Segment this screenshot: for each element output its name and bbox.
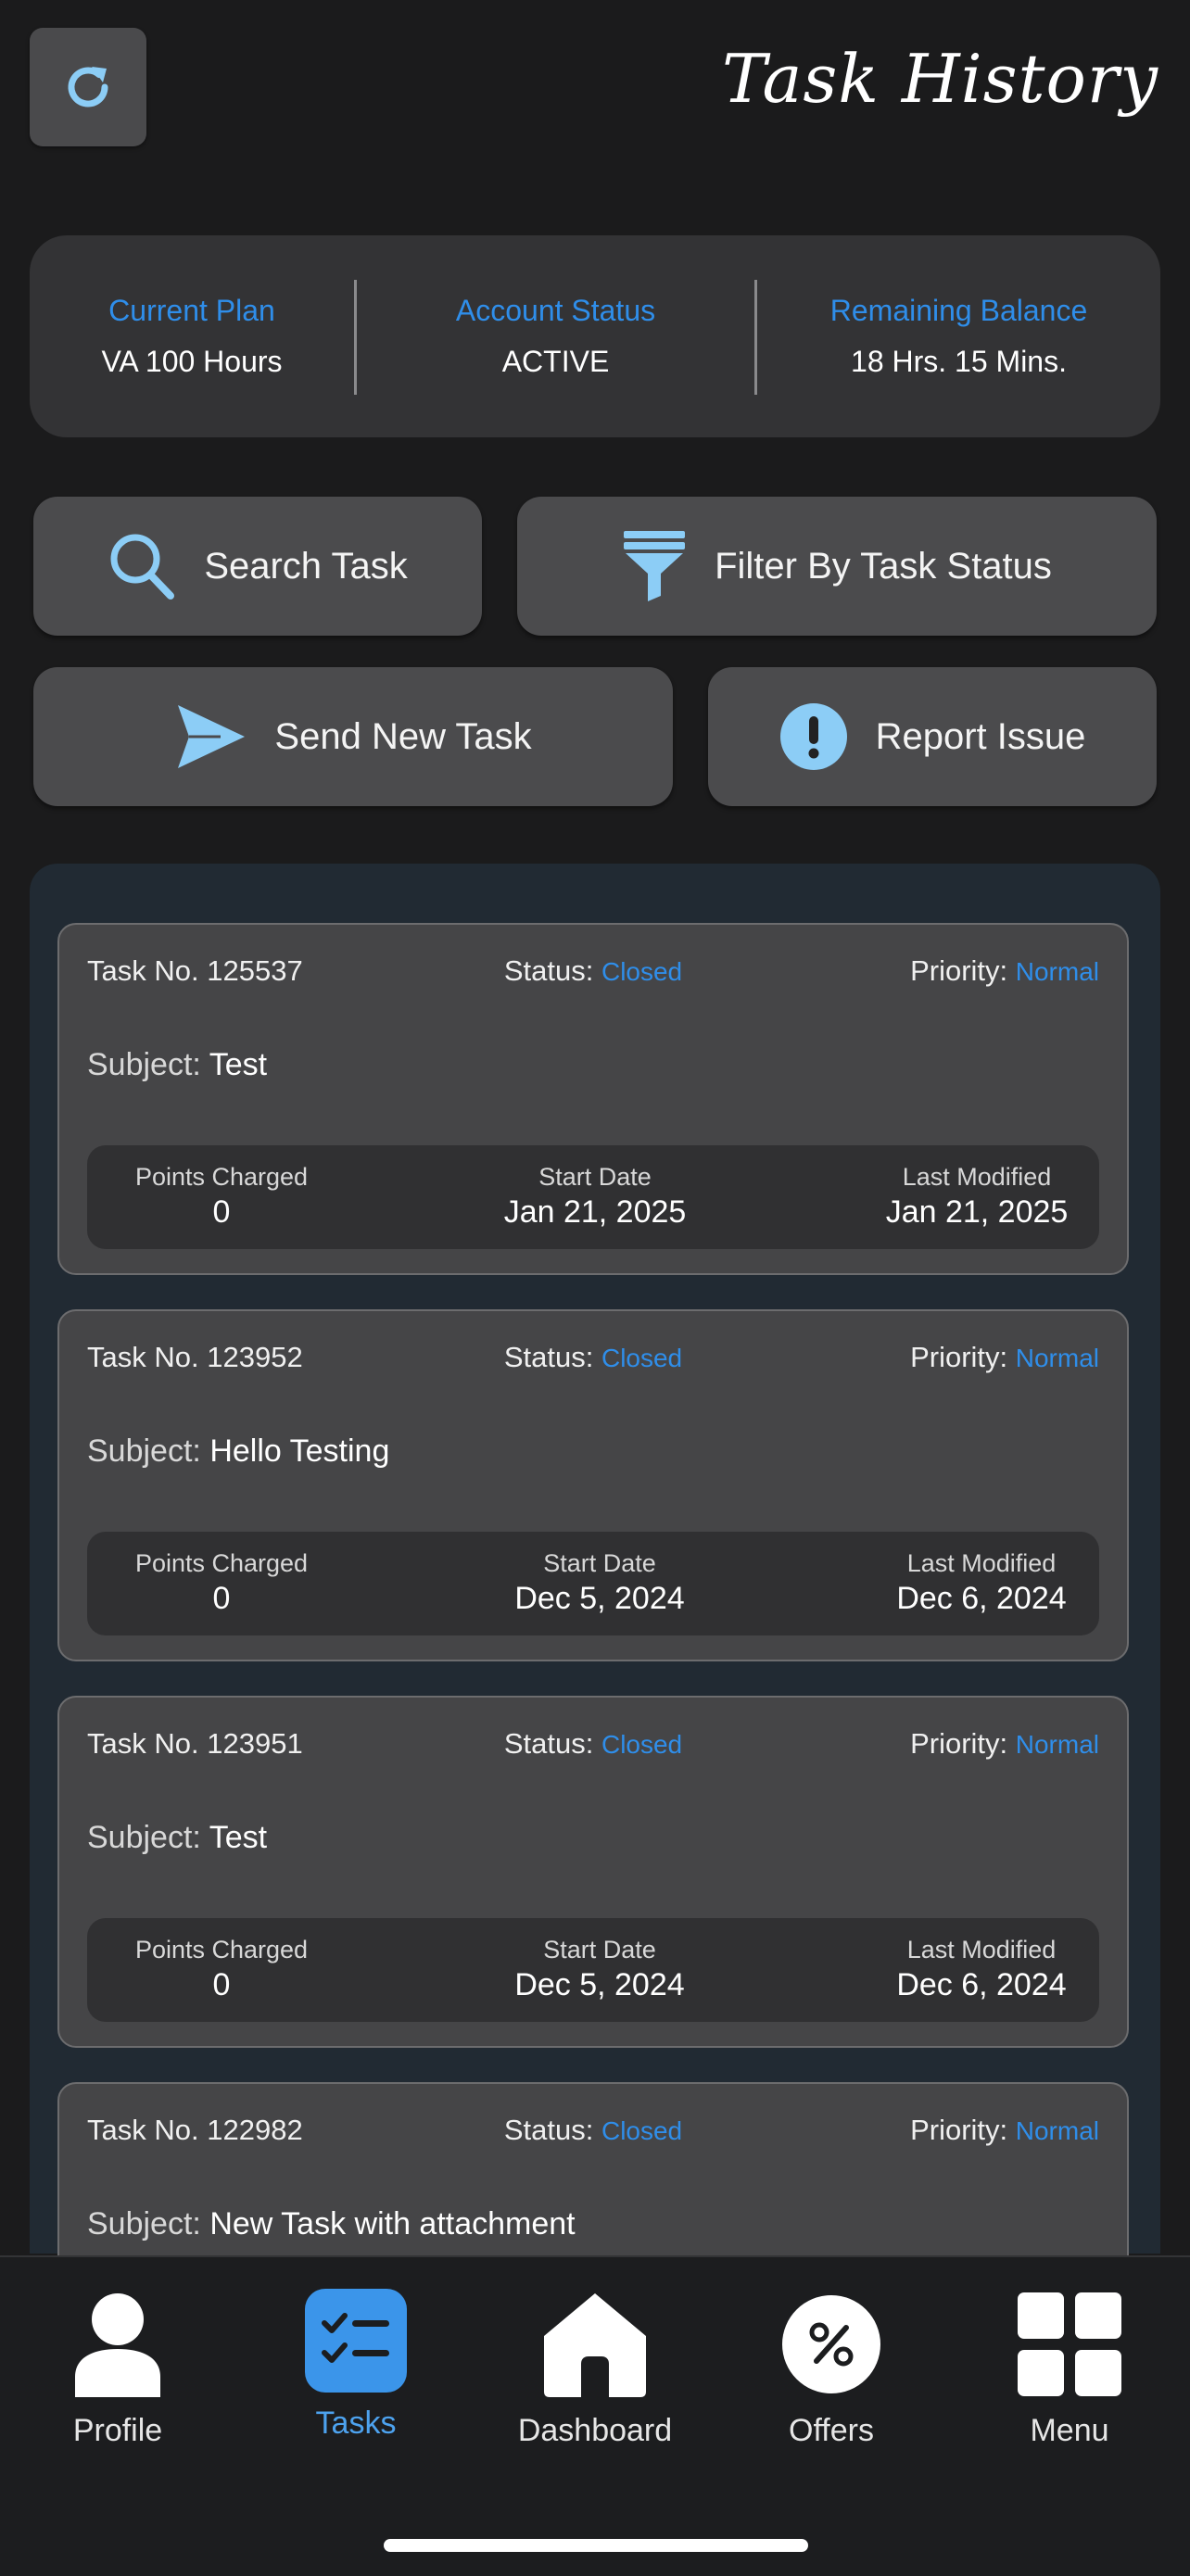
task-subject: Subject: Test — [87, 1047, 268, 1082]
tab-menu-label: Menu — [1030, 2413, 1109, 2448]
task-card[interactable]: Task No. 123951 Status: Closed Priority:… — [57, 1696, 1129, 2048]
filter-task-status-button[interactable]: Filter By Task Status — [517, 497, 1157, 636]
task-stats: Points Charged 0 Start Date Jan 21, 2025… — [87, 1145, 1099, 1249]
task-priority: Priority: Normal — [910, 1341, 1099, 1373]
status-value: Closed — [601, 1344, 683, 1372]
current-plan-value: VA 100 Hours — [101, 345, 283, 378]
priority-value: Normal — [1015, 2116, 1099, 2145]
home-indicator — [384, 2539, 808, 2552]
priority-value: Normal — [1015, 957, 1099, 986]
current-plan-label: Current Plan — [108, 294, 275, 327]
status-value: Closed — [601, 957, 683, 986]
tab-dashboard-label: Dashboard — [517, 2413, 673, 2448]
tab-menu[interactable]: Menu — [977, 2289, 1162, 2449]
last-modified: Last Modified Dec 6, 2024 — [896, 1549, 1067, 1616]
search-icon — [108, 531, 176, 601]
task-priority: Priority: Normal — [910, 2114, 1099, 2146]
tab-tasks-label: Tasks — [315, 2406, 397, 2441]
current-plan: Current Plan VA 100 Hours — [30, 235, 354, 437]
search-task-label: Search Task — [204, 545, 408, 587]
task-subject: Subject: New Task with attachment — [87, 2206, 576, 2241]
bottom-tab-bar: Profile Tasks Dashboard Offers Menu — [0, 2255, 1190, 2576]
tab-profile-label: Profile — [72, 2413, 163, 2448]
tab-profile[interactable]: Profile — [25, 2289, 210, 2449]
task-stats: Points Charged 0 Start Date Dec 5, 2024 … — [87, 1532, 1099, 1635]
page-title: Task History — [722, 40, 1158, 118]
task-subject: Subject: Test — [87, 1820, 268, 1855]
percent-icon — [776, 2289, 887, 2400]
account-status-label: Account Status — [455, 294, 656, 327]
send-new-task-label: Send New Task — [274, 715, 532, 757]
tab-offers-label: Offers — [789, 2413, 874, 2448]
remaining-balance-value: 18 Hrs. 15 Mins. — [851, 345, 1067, 378]
tab-offers[interactable]: Offers — [739, 2289, 924, 2449]
points-charged: Points Charged 0 — [134, 1549, 309, 1616]
filter-task-status-label: Filter By Task Status — [715, 545, 1052, 587]
start-date: Start Date Dec 5, 2024 — [514, 1549, 685, 1616]
alert-icon — [779, 702, 848, 771]
priority-value: Normal — [1015, 1344, 1099, 1372]
last-modified: Last Modified Jan 21, 2025 — [885, 1163, 1069, 1230]
status-value: Closed — [601, 2116, 683, 2145]
task-priority: Priority: Normal — [910, 1727, 1099, 1760]
report-issue-button[interactable]: Report Issue — [708, 667, 1157, 806]
task-stats: Points Charged 0 Start Date Dec 5, 2024 … — [87, 1918, 1099, 2022]
task-subject: Subject: Hello Testing — [87, 1433, 390, 1469]
filter-icon — [622, 529, 687, 603]
send-icon — [174, 703, 247, 770]
send-new-task-button[interactable]: Send New Task — [33, 667, 673, 806]
last-modified: Last Modified Dec 6, 2024 — [896, 1936, 1067, 2002]
home-icon — [539, 2289, 651, 2400]
priority-value: Normal — [1015, 1730, 1099, 1759]
account-status: Account Status ACTIVE — [357, 235, 754, 437]
start-date: Start Date Dec 5, 2024 — [514, 1936, 685, 2002]
report-issue-label: Report Issue — [875, 715, 1086, 757]
points-charged: Points Charged 0 — [134, 1936, 309, 2002]
points-charged: Points Charged 0 — [134, 1163, 309, 1230]
tab-dashboard[interactable]: Dashboard — [502, 2289, 688, 2449]
refresh-button[interactable] — [30, 28, 146, 146]
task-priority: Priority: Normal — [910, 954, 1099, 987]
search-task-button[interactable]: Search Task — [33, 497, 482, 636]
task-card[interactable]: Task No. 123952 Status: Closed Priority:… — [57, 1309, 1129, 1661]
status-value: Closed — [601, 1730, 683, 1759]
tab-tasks[interactable]: Tasks — [263, 2289, 449, 2442]
account-status-value: ACTIVE — [501, 345, 610, 378]
plan-summary-card: Current Plan VA 100 Hours Account Status… — [30, 235, 1160, 437]
task-card[interactable]: Task No. 125537 Status: Closed Priority:… — [57, 923, 1129, 1275]
remaining-balance: Remaining Balance 18 Hrs. 15 Mins. — [757, 235, 1160, 437]
refresh-icon — [68, 67, 108, 107]
grid-icon — [1014, 2289, 1125, 2400]
checklist-icon — [305, 2289, 407, 2393]
person-icon — [62, 2289, 173, 2400]
remaining-balance-label: Remaining Balance — [829, 294, 1088, 327]
start-date: Start Date Jan 21, 2025 — [503, 1163, 687, 1230]
